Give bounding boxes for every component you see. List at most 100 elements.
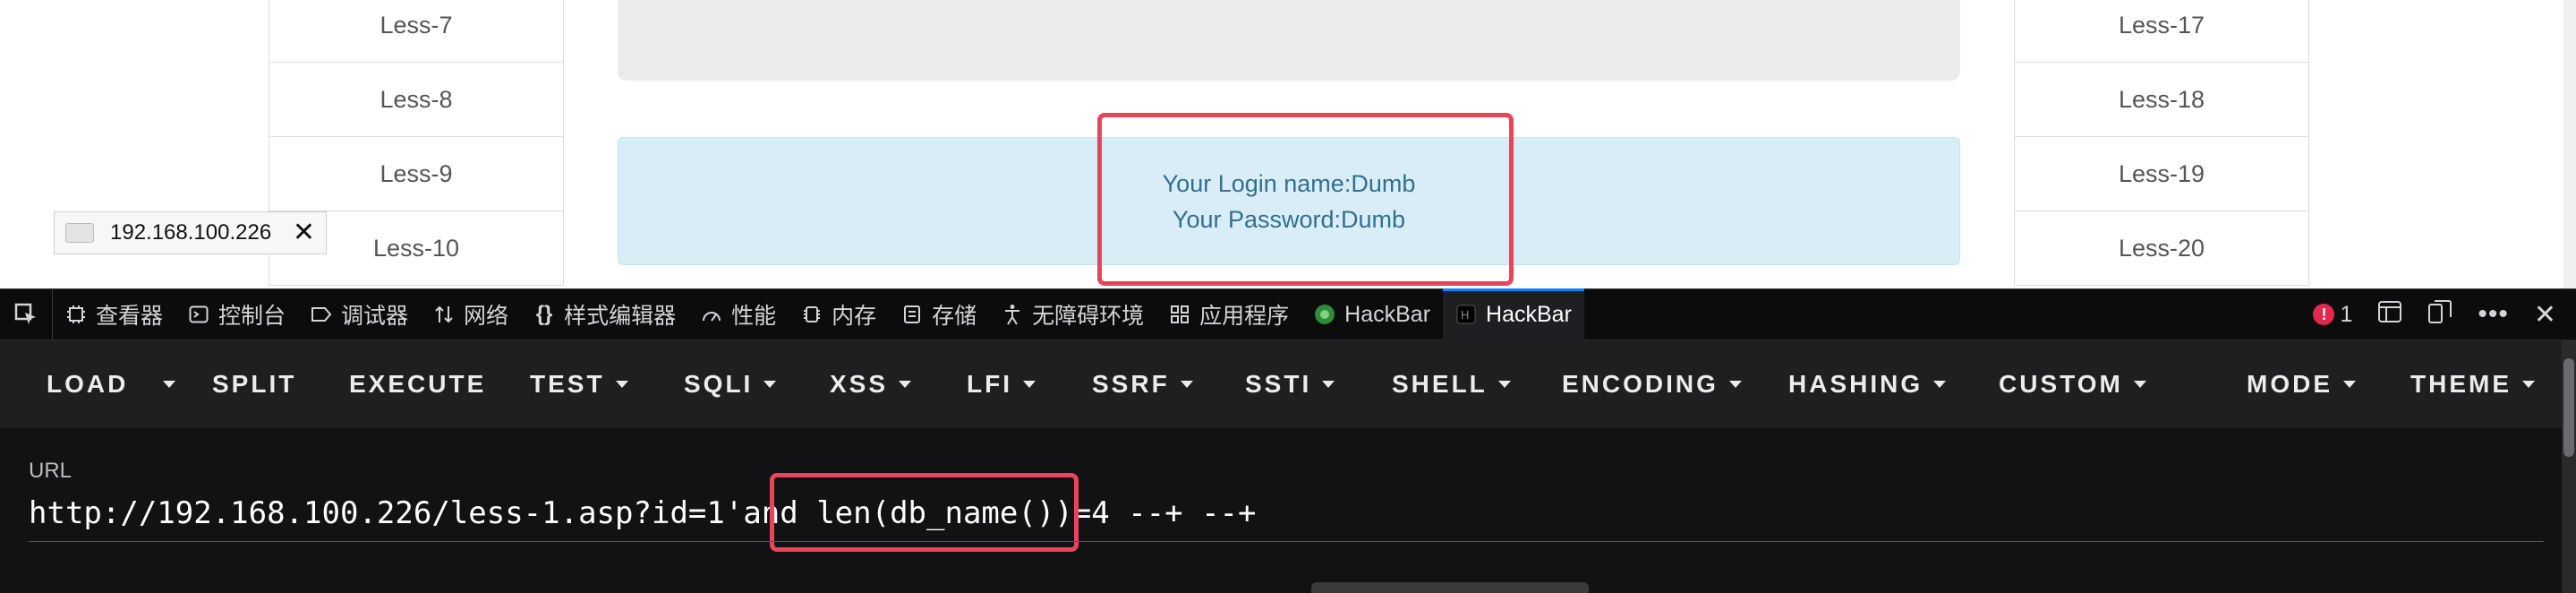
url-prefix: http://192.168.100.226/less-1.asp?id=1'a… <box>29 495 817 531</box>
tab-application[interactable]: 应用程序 <box>1156 288 1301 340</box>
chevron-down-icon <box>615 381 628 388</box>
hackbar-toolbar: LOAD SPLIT EXECUTE TEST SQLI XSS LFI SSR… <box>0 340 2576 428</box>
chevron-down-icon <box>2522 381 2535 388</box>
tab-label: 网络 <box>464 304 509 329</box>
button-label: LFI <box>967 370 1012 398</box>
chevron-down-icon <box>1933 381 1947 388</box>
url-label: URL <box>29 459 73 483</box>
web-page: Less-7 Less-8 Less-9 Less-10 Your Login … <box>0 0 2576 288</box>
ssrf-menu[interactable]: SSRF <box>1092 340 1193 428</box>
close-devtools-icon[interactable]: ✕ <box>2534 299 2556 331</box>
tab-label: 存储 <box>932 304 977 329</box>
ssti-menu[interactable]: SSTI <box>1245 340 1335 428</box>
devtools-right-tools: ! 1 ••• ✕ <box>2313 299 2576 331</box>
mode-menu[interactable]: MODE <box>2247 340 2356 428</box>
url-suffix: --+ --+ <box>1109 495 1257 531</box>
chevron-down-icon <box>1497 381 1511 388</box>
result-highlight-box <box>1097 113 1514 286</box>
lesson-link[interactable]: Less-9 <box>269 137 564 211</box>
tab-label: 控制台 <box>218 304 286 329</box>
split-button[interactable]: SPLIT <box>212 340 296 428</box>
chevron-down-icon <box>763 381 777 388</box>
more-options-icon[interactable]: ••• <box>2478 299 2509 330</box>
execute-button[interactable]: EXECUTE <box>349 340 486 428</box>
tab-console[interactable]: 控制台 <box>175 288 298 340</box>
theme-menu[interactable]: THEME <box>2410 340 2535 428</box>
tooltip-ip-text: 192.168.100.226 <box>110 220 272 245</box>
tab-network[interactable]: 网络 <box>421 288 521 340</box>
error-icon: ! <box>2313 304 2335 325</box>
page-scrollbar[interactable] <box>2563 0 2576 288</box>
tab-accessibility[interactable]: 无障碍环境 <box>989 288 1156 340</box>
tab-label: 调试器 <box>341 304 409 329</box>
network-icon <box>433 304 455 325</box>
tab-hackbar-2[interactable]: H HackBar <box>1443 288 1584 340</box>
button-label: TEST <box>530 370 605 398</box>
chevron-down-icon <box>2343 381 2356 388</box>
tab-label: 应用程序 <box>1199 304 1290 329</box>
chevron-down-icon <box>1322 381 1335 388</box>
dock-side-icon[interactable] <box>2427 299 2452 331</box>
hackbar-scrollbar-thumb[interactable] <box>2563 358 2574 457</box>
storage-icon <box>901 304 923 325</box>
tab-inspector[interactable]: 查看器 <box>53 288 175 340</box>
sqli-menu[interactable]: SQLI <box>684 340 777 428</box>
split-console-icon[interactable] <box>2377 300 2402 330</box>
shell-menu[interactable]: SHELL <box>1392 340 1511 428</box>
button-label: SSRF <box>1092 370 1170 398</box>
test-menu[interactable]: TEST <box>530 340 628 428</box>
tab-memory[interactable]: 内存 <box>789 288 889 340</box>
button-label: CUSTOM <box>1999 370 2123 398</box>
bottom-scrollbar[interactable] <box>1311 582 1589 593</box>
button-label: THEME <box>2410 370 2512 398</box>
chevron-down-icon <box>1180 381 1193 388</box>
hackbar-dark-icon: H <box>1455 304 1477 325</box>
tab-hackbar-1[interactable]: HackBar <box>1301 288 1443 340</box>
load-button[interactable]: LOAD <box>47 340 128 428</box>
application-icon <box>1169 304 1190 325</box>
accessibility-icon <box>1002 304 1023 325</box>
close-icon[interactable]: ✕ <box>293 219 315 246</box>
lesson-link[interactable]: Less-20 <box>2014 211 2309 286</box>
tab-label: HackBar <box>1486 301 1572 327</box>
chevron-down-icon <box>1023 381 1036 388</box>
lesson-link[interactable]: Less-17 <box>2014 0 2309 63</box>
tab-label: 样式编辑器 <box>564 304 677 329</box>
button-label: XSS <box>830 370 889 398</box>
load-dropdown-button[interactable] <box>152 340 175 428</box>
lesson-link[interactable]: Less-18 <box>2014 63 2309 137</box>
image-placeholder-icon <box>65 223 94 243</box>
button-label: SQLI <box>684 370 754 398</box>
element-picker-icon[interactable] <box>0 288 53 340</box>
button-label: MODE <box>2247 370 2333 398</box>
chevron-down-icon <box>2133 381 2146 388</box>
encoding-menu[interactable]: ENCODING <box>1562 340 1742 428</box>
url-underline <box>29 541 2544 542</box>
tab-style-editor[interactable]: {} 样式编辑器 <box>521 288 688 340</box>
lfi-menu[interactable]: LFI <box>967 340 1036 428</box>
chevron-down-icon <box>1728 381 1742 388</box>
button-label: SPLIT <box>212 370 297 398</box>
tab-label: HackBar <box>1344 301 1431 327</box>
error-count-badge[interactable]: ! 1 <box>2313 302 2352 328</box>
tab-label: 查看器 <box>96 304 164 329</box>
chevron-down-icon <box>163 381 175 388</box>
inspector-icon <box>65 304 87 325</box>
element-tooltip: 192.168.100.226 ✕ <box>54 211 327 254</box>
lesson-link[interactable]: Less-7 <box>269 0 564 63</box>
hackbar-green-icon <box>1314 304 1335 325</box>
button-label: HASHING <box>1788 370 1923 398</box>
tab-storage[interactable]: 存储 <box>889 288 989 340</box>
tab-debugger[interactable]: 调试器 <box>298 288 421 340</box>
button-label: EXECUTE <box>349 370 487 398</box>
performance-icon <box>701 304 722 325</box>
hashing-menu[interactable]: HASHING <box>1788 340 1947 428</box>
lesson-link[interactable]: Less-8 <box>269 63 564 137</box>
tab-performance[interactable]: 性能 <box>688 288 789 340</box>
button-label: ENCODING <box>1562 370 1719 398</box>
memory-icon <box>801 304 823 325</box>
debugger-icon <box>311 304 332 325</box>
custom-menu[interactable]: CUSTOM <box>1999 340 2146 428</box>
lesson-link[interactable]: Less-19 <box>2014 137 2309 211</box>
xss-menu[interactable]: XSS <box>830 340 912 428</box>
